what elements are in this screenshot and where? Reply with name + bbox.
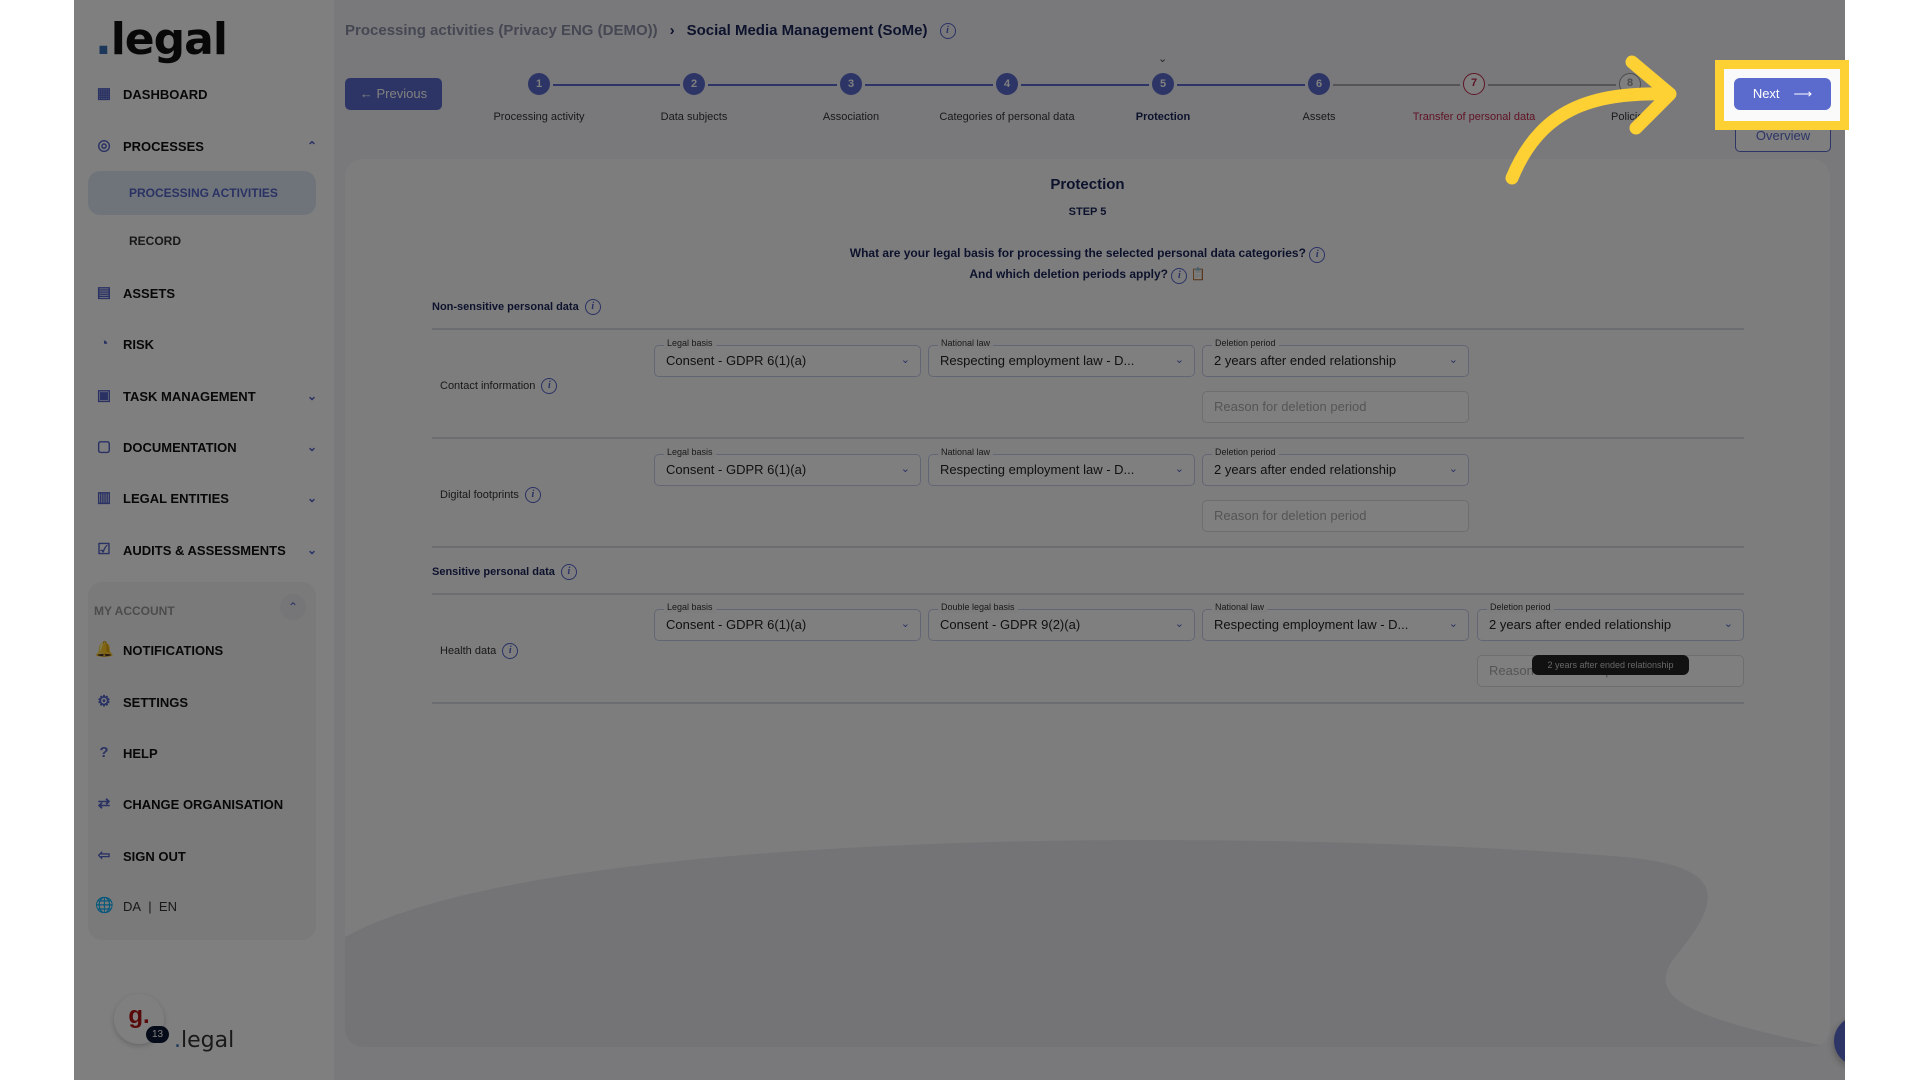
arrow-right-icon: ⟶ — [1793, 86, 1813, 101]
annotation-arrow — [1505, 55, 1677, 185]
next-button[interactable]: Next ⟶ — [1734, 78, 1831, 110]
